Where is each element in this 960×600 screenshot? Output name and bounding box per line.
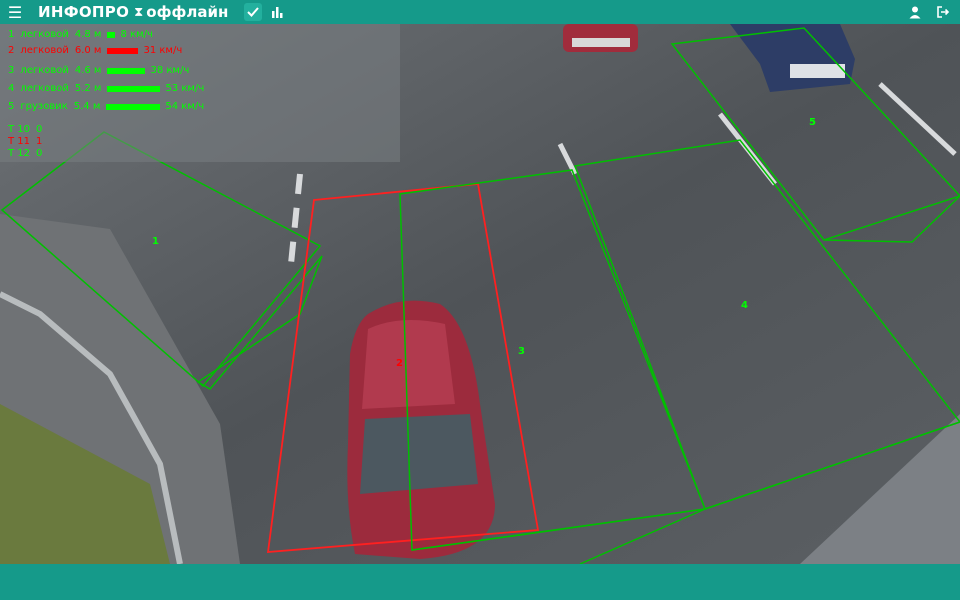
vehicle-speed: 53 км/ч bbox=[165, 83, 205, 94]
vehicle-type: легковой bbox=[20, 45, 69, 56]
vehicle-type: легковой bbox=[20, 83, 69, 94]
top-bar: ☰ ИНФОПРО ⧗ оффлайн bbox=[0, 0, 960, 24]
lane-stats-panel: 1 легковой 4.8 м 8 км/ч 2 легковой 6.0 м… bbox=[0, 24, 400, 162]
camera-view: 1 2 3 4 5 1 легковой 4.8 м 8 км/ч 2 легк… bbox=[0, 24, 960, 564]
lane-id: 4 bbox=[8, 83, 15, 94]
vehicle-speed: 38 км/ч bbox=[150, 65, 190, 76]
vehicle-speed: 54 км/ч bbox=[165, 101, 205, 112]
timer-value: 1 bbox=[36, 136, 43, 147]
vehicle-length: 6.0 м bbox=[74, 45, 102, 56]
speed-bar bbox=[107, 47, 139, 54]
zone-label-1: 1 bbox=[152, 236, 159, 247]
speed-bar bbox=[107, 85, 161, 92]
lane-id: 1 bbox=[8, 29, 15, 40]
lane-row-1: 1 легковой 4.8 м 8 км/ч bbox=[8, 29, 159, 40]
vehicle-type: легковой bbox=[20, 29, 69, 40]
car-red-far bbox=[563, 24, 638, 52]
bar-chart-icon[interactable] bbox=[268, 3, 286, 21]
vehicle-speed: 31 км/ч bbox=[143, 45, 183, 56]
vehicle-type: легковой bbox=[20, 65, 69, 76]
timer-row-12: Т 12 0 bbox=[8, 148, 48, 159]
speed-bar bbox=[107, 67, 146, 74]
menu-icon[interactable]: ☰ bbox=[0, 3, 30, 22]
bottom-bar bbox=[0, 564, 960, 600]
timer-label: Т 12 bbox=[8, 148, 31, 159]
timer-value: 0 bbox=[36, 148, 43, 159]
timer-label: Т 11 bbox=[8, 136, 31, 147]
lane-row-3: 3 легковой 4.6 м 38 км/ч bbox=[8, 65, 195, 76]
timer-row-11: Т 11 1 bbox=[8, 136, 48, 147]
vehicle-length: 4.6 м bbox=[74, 65, 102, 76]
lane-row-2: 2 легковой 6.0 м 31 км/ч bbox=[8, 45, 188, 56]
zone-label-5: 5 bbox=[809, 117, 816, 128]
vehicle-type: грузовик bbox=[20, 101, 68, 112]
timer-label: Т 10 bbox=[8, 124, 31, 135]
zone-label-2: 2 bbox=[396, 358, 403, 369]
app-title: ИНФОПРО bbox=[38, 3, 130, 21]
vehicle-length: 5.2 м bbox=[74, 83, 102, 94]
lane-id: 3 bbox=[8, 65, 15, 76]
timer-row-10: Т 10 0 bbox=[8, 124, 48, 135]
zone-label-3: 3 bbox=[518, 346, 525, 357]
vehicle-speed: 8 км/ч bbox=[120, 29, 153, 40]
logout-icon[interactable] bbox=[934, 3, 952, 21]
timer-value: 0 bbox=[36, 124, 43, 135]
lane-id: 5 bbox=[8, 101, 15, 112]
zone-label-4: 4 bbox=[741, 300, 748, 311]
vehicle-length: 5.4 м bbox=[73, 101, 101, 112]
hourglass-icon: ⧗ bbox=[134, 4, 144, 20]
lane-row-5: 5 грузовик 5.4 м 54 км/ч bbox=[8, 101, 210, 112]
lane-id: 2 bbox=[8, 45, 15, 56]
check-icon[interactable] bbox=[244, 3, 263, 21]
lane-row-4: 4 легковой 5.2 м 53 км/ч bbox=[8, 83, 210, 94]
vehicle-length: 4.8 м bbox=[74, 29, 102, 40]
speed-bar bbox=[107, 31, 116, 38]
user-icon[interactable] bbox=[906, 3, 924, 21]
speed-bar bbox=[106, 103, 161, 110]
connection-status: оффлайн bbox=[146, 3, 229, 21]
